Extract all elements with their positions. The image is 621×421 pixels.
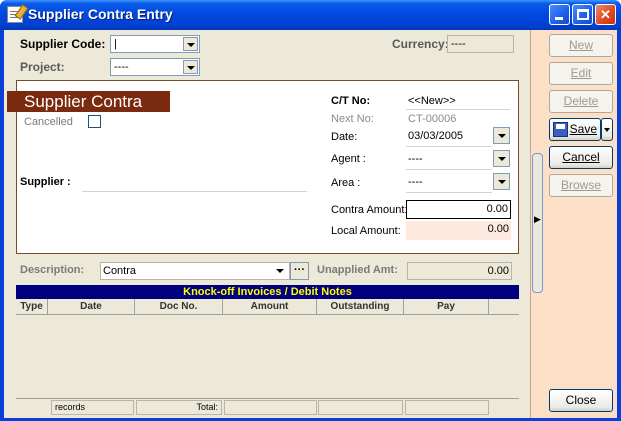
contra-amount-label: Contra Amount: xyxy=(331,204,408,216)
minimize-icon xyxy=(555,17,563,20)
new-button[interactable]: New xyxy=(549,34,613,57)
next-no-value: CT-00006 xyxy=(408,113,457,125)
agent-combo[interactable]: ---- xyxy=(406,149,510,169)
next-no-label: Next No: xyxy=(331,113,374,125)
description-label: Description: xyxy=(20,264,85,276)
column-doc-no[interactable]: Doc No. xyxy=(135,299,223,315)
save-dropdown-button[interactable] xyxy=(601,118,613,141)
project-combo[interactable]: ---- xyxy=(110,58,200,76)
chevron-right-icon: ▶ xyxy=(534,214,541,224)
chevron-down-icon xyxy=(604,128,610,132)
minimize-button[interactable] xyxy=(549,4,570,25)
local-amount-label: Local Amount: xyxy=(331,225,401,237)
chevron-down-icon[interactable] xyxy=(493,150,510,167)
unapplied-amt-value: 0.00 xyxy=(487,265,509,277)
close-button[interactable]: Close xyxy=(549,389,613,412)
title-bar[interactable]: Supplier Contra Entry ✕ xyxy=(0,0,621,30)
date-value: 03/03/2005 xyxy=(408,130,464,142)
chevron-down-icon[interactable] xyxy=(273,264,288,278)
maximize-icon xyxy=(577,9,589,20)
column-pay[interactable]: Pay xyxy=(404,299,489,315)
local-amount-field: 0.00 xyxy=(406,221,511,240)
column-date[interactable]: Date xyxy=(48,299,135,315)
project-value: ---- xyxy=(114,61,129,73)
window-title: Supplier Contra Entry xyxy=(28,6,173,22)
total-outstanding-cell xyxy=(318,400,403,415)
total-amount-cell xyxy=(224,400,317,415)
area-label: Area : xyxy=(331,177,361,189)
ct-no-label: C/T No: xyxy=(331,95,371,107)
supplier-code-value: | xyxy=(114,38,117,50)
column-amount[interactable]: Amount xyxy=(223,299,317,315)
grid-footer: records Total: xyxy=(16,398,519,416)
save-label: Save xyxy=(569,122,597,136)
cancelled-label: Cancelled xyxy=(24,116,73,128)
floppy-disk-icon xyxy=(553,122,568,137)
date-picker[interactable]: 03/03/2005 xyxy=(406,126,510,146)
agent-line xyxy=(406,169,492,170)
supplier-code-combo[interactable]: | xyxy=(110,35,200,53)
project-label: Project: xyxy=(20,60,65,74)
edit-button[interactable]: Edit xyxy=(549,62,613,85)
records-count: records xyxy=(51,400,134,415)
column-outstanding[interactable]: Outstanding xyxy=(317,299,404,315)
local-amount-value: 0.00 xyxy=(487,223,509,235)
chevron-down-icon[interactable] xyxy=(183,60,198,74)
form-banner: Supplier Contra xyxy=(7,91,170,112)
chevron-down-icon[interactable] xyxy=(493,173,510,190)
unapplied-amt-field: 0.00 xyxy=(407,262,512,280)
grid-column-header: Type Date Doc No. Amount Outstanding Pay xyxy=(16,299,519,315)
cancel-button[interactable]: Cancel xyxy=(549,146,613,169)
description-value: Contra xyxy=(103,265,137,277)
date-label: Date: xyxy=(331,131,358,143)
total-label: Total: xyxy=(136,400,222,415)
currency-value: ---- xyxy=(451,38,466,50)
panel-splitter[interactable]: ▶ xyxy=(532,153,543,293)
description-combo[interactable]: Contra xyxy=(100,262,290,280)
column-type[interactable]: Type xyxy=(16,299,48,315)
currency-field[interactable]: ---- xyxy=(447,35,514,53)
supplier-label: Supplier : xyxy=(20,176,71,188)
unapplied-amt-label: Unapplied Amt: xyxy=(317,264,398,276)
document-edit-icon xyxy=(7,6,23,23)
save-button[interactable]: Save xyxy=(549,118,601,141)
area-combo[interactable]: ---- xyxy=(406,172,510,192)
supplier-code-label: Supplier Code: xyxy=(20,37,106,51)
currency-label: Currency: xyxy=(392,37,449,51)
knockoff-grid-title: Knock-off Invoices / Debit Notes xyxy=(16,285,519,299)
browse-button[interactable]: Browse xyxy=(549,174,613,197)
total-pay-cell xyxy=(405,400,489,415)
chevron-down-icon[interactable] xyxy=(183,37,198,51)
maximize-button[interactable] xyxy=(572,4,593,25)
contra-amount-value: 0.00 xyxy=(486,203,508,215)
chevron-down-icon[interactable] xyxy=(493,127,510,144)
cancelled-checkbox[interactable] xyxy=(88,115,101,128)
action-panel: New Edit Delete Save Cancel Browse Close xyxy=(530,30,617,418)
agent-label: Agent : xyxy=(331,153,366,165)
ct-no-line xyxy=(406,109,510,110)
description-more-button[interactable]: ··· xyxy=(290,262,309,280)
supplier-name-line[interactable] xyxy=(82,191,307,192)
ct-no-value: <<New>> xyxy=(408,95,456,107)
knockoff-grid-body[interactable] xyxy=(16,315,519,398)
area-value: ---- xyxy=(408,176,423,188)
delete-button[interactable]: Delete xyxy=(549,90,613,113)
agent-value: ---- xyxy=(408,153,423,165)
close-window-button[interactable]: ✕ xyxy=(595,4,616,25)
close-icon: ✕ xyxy=(600,7,611,22)
date-line xyxy=(406,146,492,147)
area-line xyxy=(406,192,492,193)
contra-amount-field[interactable]: 0.00 xyxy=(406,200,511,219)
